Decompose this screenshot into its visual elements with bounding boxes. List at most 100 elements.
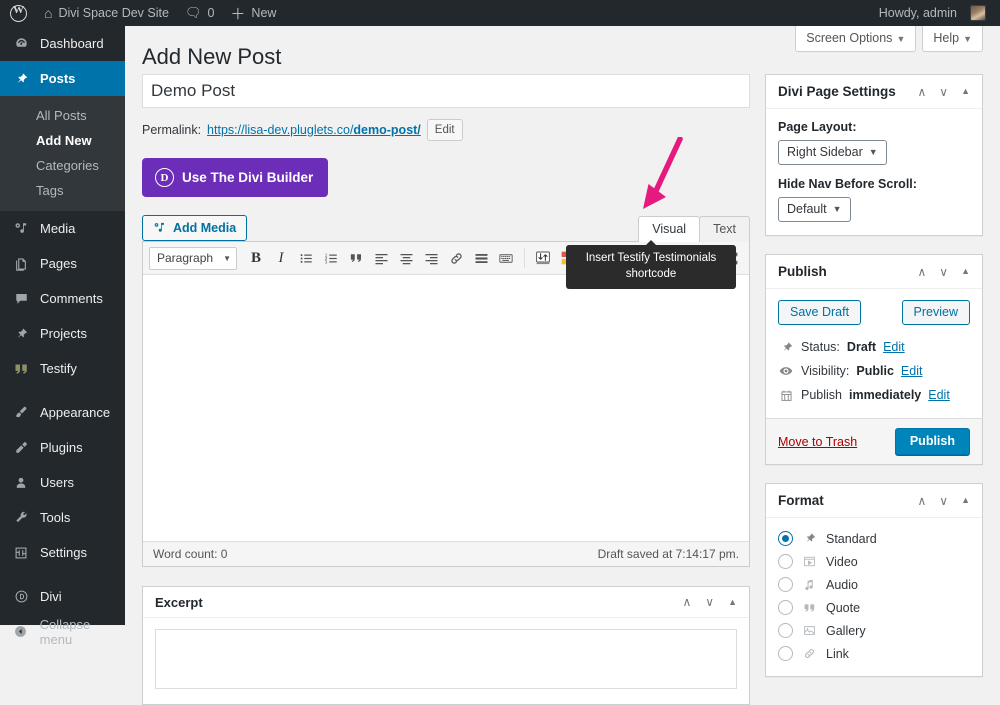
radio-standard[interactable] <box>778 531 793 546</box>
add-media-button[interactable]: Add Media <box>142 215 248 241</box>
sidebar-item-comments[interactable]: Comments <box>0 281 125 316</box>
publish-title: Publish <box>778 264 827 279</box>
align-left-icon[interactable] <box>369 246 393 270</box>
save-draft-button[interactable]: Save Draft <box>778 300 862 325</box>
tab-text[interactable]: Text <box>699 216 750 242</box>
account-menu[interactable]: Howdy, admin <box>871 0 994 26</box>
sidebar-item-label: Comments <box>40 291 103 306</box>
use-divi-builder-button[interactable]: Use The Divi Builder <box>142 158 329 197</box>
sidebar-item-media[interactable]: Media <box>0 211 125 246</box>
media-row: Add Media Visual Text <box>142 215 750 242</box>
keyboard-shortcuts-icon[interactable] <box>494 246 518 270</box>
format-label: Gallery <box>826 623 866 638</box>
pin-icon <box>11 327 31 341</box>
toggle-triangle-icon[interactable]: ▲ <box>728 597 737 607</box>
sidebar-item-settings[interactable]: Settings <box>0 535 125 570</box>
toggle-triangle-icon[interactable]: ▲ <box>961 496 970 505</box>
testify-sort-icon[interactable] <box>531 246 555 270</box>
sidebar-item-users[interactable]: Users <box>0 465 125 500</box>
chevron-down-icon: ▼ <box>896 34 906 44</box>
chevron-up-icon[interactable]: ∧ <box>682 596 691 608</box>
chevron-down-icon[interactable]: ∨ <box>705 596 714 608</box>
sidebar-item-projects[interactable]: Projects <box>0 316 125 351</box>
publish-meta-rows: Status: Draft Edit Visibility: Public Ed… <box>766 335 982 418</box>
move-to-trash-link[interactable]: Move to Trash <box>778 435 857 449</box>
sidebar-item-divi[interactable]: Divi <box>0 579 125 614</box>
format-option-gallery[interactable]: Gallery <box>778 619 970 642</box>
radio-quote[interactable] <box>778 600 793 615</box>
radio-video[interactable] <box>778 554 793 569</box>
status-row: Status: Draft Edit <box>778 335 970 359</box>
sidebar-item-plugins[interactable]: Plugins <box>0 430 125 465</box>
bulleted-list-icon[interactable] <box>294 246 318 270</box>
post-content-area[interactable] <box>143 275 749 541</box>
chevron-up-icon[interactable]: ∧ <box>917 495 926 507</box>
hide-nav-select[interactable]: Default ▼ <box>778 197 851 222</box>
divi-page-settings-header: Divi Page Settings ∧ ∨ ▲ <box>766 75 982 109</box>
align-right-icon[interactable] <box>419 246 443 270</box>
edit-status-link[interactable]: Edit <box>883 340 905 354</box>
divi-page-settings-panel: Divi Page Settings ∧ ∨ ▲ Page Layout: Ri… <box>765 74 983 236</box>
toggle-triangle-icon[interactable]: ▲ <box>961 87 970 96</box>
post-title-input[interactable] <box>142 74 750 108</box>
toggle-triangle-icon[interactable]: ▲ <box>961 267 970 276</box>
radio-audio[interactable] <box>778 577 793 592</box>
format-option-audio[interactable]: Audio <box>778 573 970 596</box>
wordpress-logo-button[interactable] <box>0 0 36 26</box>
sidebar-item-appearance[interactable]: Appearance <box>0 395 125 430</box>
sidebar-item-posts[interactable]: Posts <box>0 61 125 96</box>
sidebar-item-collapse-menu[interactable]: Collapse menu <box>0 614 125 649</box>
insert-link-icon[interactable] <box>444 246 468 270</box>
paintbrush-icon <box>11 405 31 420</box>
chevron-down-icon: ▼ <box>868 147 878 157</box>
site-name-menu[interactable]: ⌂ Divi Space Dev Site <box>36 0 177 26</box>
sidebar-item-tags[interactable]: Tags <box>0 178 125 203</box>
comments-button[interactable]: 🗨 0 <box>177 0 222 26</box>
chevron-up-icon[interactable]: ∧ <box>917 86 926 98</box>
excerpt-title: Excerpt <box>155 594 203 610</box>
radio-gallery[interactable] <box>778 623 793 638</box>
format-option-link[interactable]: Link <box>778 642 970 665</box>
tab-visual[interactable]: Visual <box>638 216 701 242</box>
edit-schedule-link[interactable]: Edit <box>928 388 950 402</box>
radio-link[interactable] <box>778 646 793 661</box>
screen-meta-links: Screen Options ▼ Help ▼ <box>795 26 983 52</box>
permalink-link[interactable]: https://lisa-dev.pluglets.co/demo-post/ <box>207 123 421 137</box>
read-more-icon[interactable] <box>469 246 493 270</box>
italic-icon[interactable]: I <box>269 246 293 270</box>
format-option-standard[interactable]: Standard <box>778 527 970 550</box>
sidebar-item-categories[interactable]: Categories <box>0 153 125 178</box>
align-center-icon[interactable] <box>394 246 418 270</box>
chevron-down-icon[interactable]: ∨ <box>939 495 948 507</box>
sidebar-item-dashboard[interactable]: Dashboard <box>0 26 125 61</box>
help-button[interactable]: Help ▼ <box>922 26 983 52</box>
sidebar-item-testify[interactable]: Testify <box>0 351 125 386</box>
sidebar-panels: Divi Page Settings ∧ ∨ ▲ Page Layout: Ri… <box>765 74 983 695</box>
sidebar-item-all-posts[interactable]: All Posts <box>0 103 125 128</box>
sidebar-item-pages[interactable]: Pages <box>0 246 125 281</box>
chevron-down-icon[interactable]: ∨ <box>939 266 948 278</box>
bold-icon[interactable]: B <box>244 246 268 270</box>
publish-button[interactable]: Publish <box>894 428 970 455</box>
page-layout-select[interactable]: Right Sidebar ▼ <box>778 140 887 165</box>
excerpt-textarea[interactable] <box>155 629 737 689</box>
collapse-arrow-icon <box>11 624 31 639</box>
edit-visibility-link[interactable]: Edit <box>901 364 923 378</box>
screen-options-button[interactable]: Screen Options ▼ <box>795 26 917 52</box>
format-option-quote[interactable]: Quote <box>778 596 970 619</box>
blockquote-icon[interactable] <box>344 246 368 270</box>
quote-icon <box>11 362 31 376</box>
edit-permalink-button[interactable]: Edit <box>426 119 463 141</box>
sidebar-item-add-new[interactable]: Add New <box>0 128 125 153</box>
numbered-list-icon[interactable]: 123 <box>319 246 343 270</box>
format-option-video[interactable]: Video <box>778 550 970 573</box>
publish-panel: Publish ∧ ∨ ▲ Save Draft Preview Status:… <box>765 254 983 465</box>
new-content-button[interactable]: ＋ New <box>222 0 284 26</box>
sidebar-item-label: Tools <box>40 510 71 525</box>
sidebar-item-tools[interactable]: Tools <box>0 500 125 535</box>
chevron-up-icon[interactable]: ∧ <box>917 266 926 278</box>
preview-button[interactable]: Preview <box>901 300 970 325</box>
chevron-down-icon[interactable]: ∨ <box>939 86 948 98</box>
paragraph-format-select[interactable]: Paragraph ▼ <box>149 246 237 270</box>
wrench-icon <box>11 510 31 525</box>
